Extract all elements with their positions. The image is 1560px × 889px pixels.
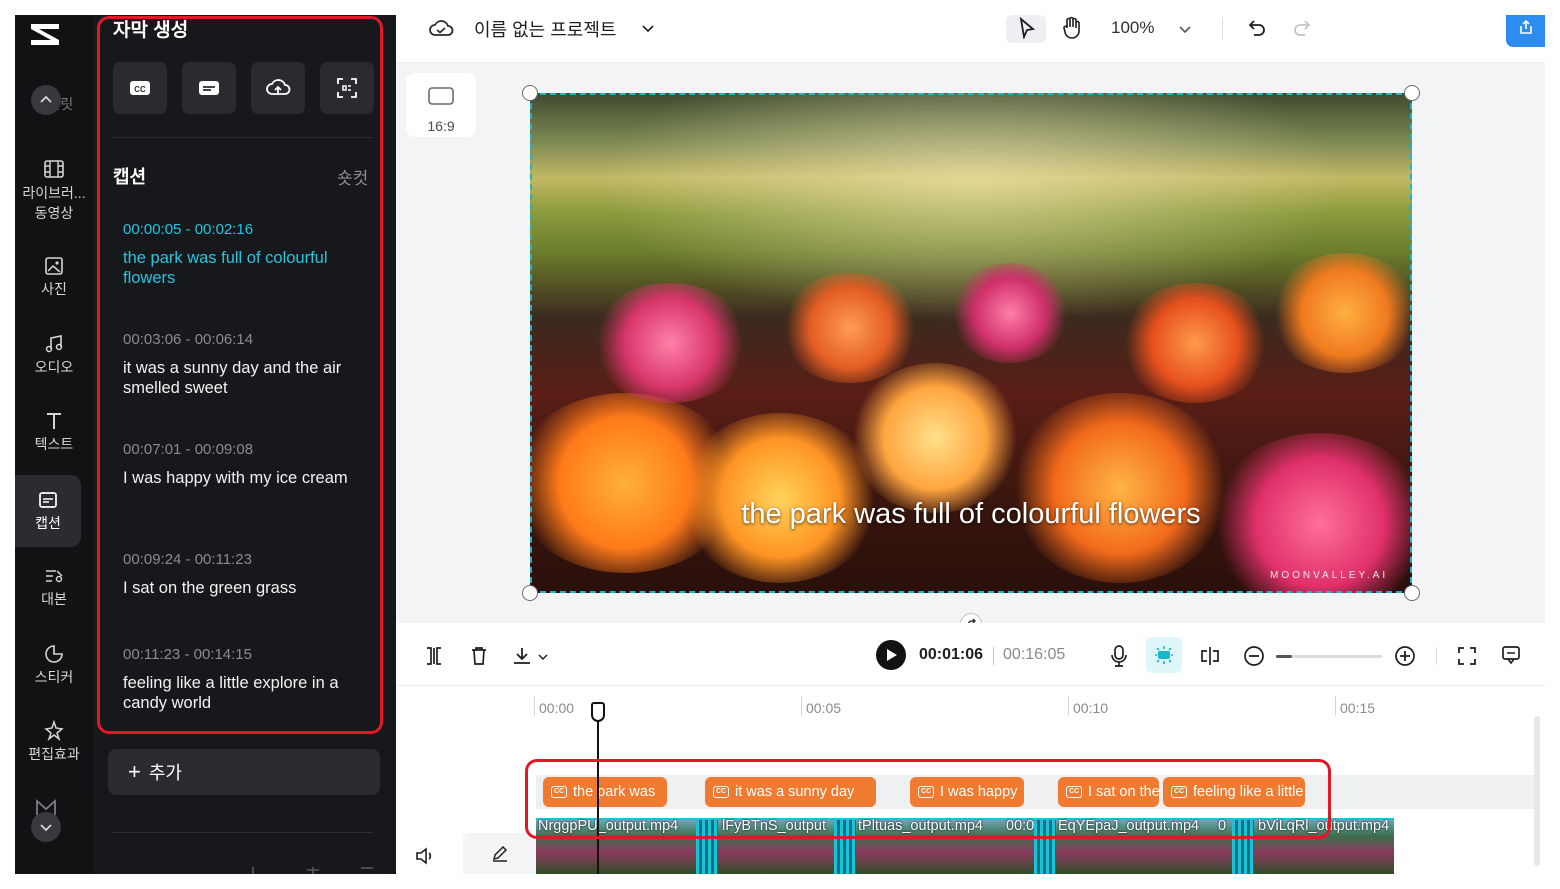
rail-item-label: 라이브러... 동영상	[22, 185, 86, 221]
rail-item-audio[interactable]: 오디오	[15, 333, 93, 376]
capcut-logo	[31, 24, 59, 45]
chevron-down-icon[interactable]	[537, 651, 549, 663]
resize-handle[interactable]	[1404, 85, 1420, 101]
rail-item-label: 사진	[41, 281, 67, 297]
tick-mark	[1068, 696, 1069, 716]
scroll-down-button[interactable]	[31, 812, 61, 842]
music-icon	[45, 335, 63, 353]
volume-icon[interactable]	[414, 846, 436, 866]
text-icon	[47, 413, 61, 429]
tick-label: 00:10	[1073, 700, 1109, 716]
top-bar: 이름 없는 프로젝트 100%	[396, 15, 1545, 63]
rail-item-effects[interactable]: 편집효과	[15, 720, 93, 763]
total-time: 00:16:05	[1003, 646, 1066, 663]
aspect-ratio-label: 16:9	[427, 118, 455, 134]
timeline-scrollbar[interactable]	[1534, 716, 1540, 866]
chevron-down-icon[interactable]	[641, 21, 655, 35]
image-icon	[45, 257, 63, 275]
track-header	[463, 833, 536, 874]
rail-item-script[interactable]: 대본	[15, 565, 93, 608]
trash-icon[interactable]	[469, 645, 489, 667]
toolbar-divider	[1222, 18, 1223, 40]
time-separator	[993, 647, 994, 665]
highlight-box-panel	[97, 16, 383, 734]
undo-icon[interactable]	[1246, 17, 1268, 39]
download-icon[interactable]	[511, 645, 533, 667]
resize-handle[interactable]	[522, 85, 538, 101]
tick-label: 00:15	[1340, 700, 1376, 716]
caption-icon	[39, 492, 57, 508]
rail-item-label: 오디오	[34, 359, 74, 375]
add-caption-button[interactable]: + 추가	[108, 749, 380, 795]
aspect-ratio-button[interactable]: 16:9	[406, 73, 476, 137]
play-button[interactable]	[876, 640, 906, 670]
zoom-level[interactable]: 100%	[1111, 18, 1154, 38]
tick-label: 00:05	[806, 700, 842, 716]
scroll-up-button[interactable]	[31, 85, 61, 115]
redo-icon[interactable]	[1291, 17, 1313, 39]
rail-item-sticker[interactable]: 스티커	[15, 643, 93, 686]
playhead-handle[interactable]	[591, 702, 605, 722]
editor-window: 템플릿 라이브러... 동영상 사진 오디오 텍스트 캡션 대본	[15, 15, 1545, 874]
tick-mark	[534, 696, 535, 716]
cursor-icon	[1019, 17, 1036, 39]
feedback-icon[interactable]	[1500, 644, 1522, 666]
edit-icon[interactable]	[490, 843, 510, 863]
rail-item-label: 캡션	[35, 515, 61, 531]
add-caption-label: 추가	[148, 763, 182, 783]
plus-icon: +	[128, 759, 141, 784]
resize-handle[interactable]	[1404, 585, 1420, 601]
split-icon[interactable]	[424, 645, 444, 667]
snap-split-icon[interactable]	[1199, 645, 1221, 667]
sticker-icon	[45, 645, 63, 663]
ratio-icon	[428, 87, 454, 105]
zoom-in-icon[interactable]	[1394, 645, 1416, 667]
caption-track-toggle[interactable]	[1146, 637, 1182, 673]
panel-divider	[112, 832, 373, 833]
select-tool-button[interactable]	[1006, 15, 1046, 43]
selection-box[interactable]	[530, 93, 1412, 593]
current-time: 00:01:06	[919, 646, 984, 663]
rail-item-text[interactable]: 텍스트	[15, 410, 93, 453]
left-nav-rail: 템플릿 라이브러... 동영상 사진 오디오 텍스트 캡션 대본	[15, 15, 93, 874]
highlight-box-captions	[525, 759, 1331, 839]
tick-label: 00:00	[539, 700, 575, 716]
timeline-toolbar: 00:01:06 00:16:05	[396, 623, 1545, 686]
rail-item-library[interactable]: 라이브러... 동영상	[15, 158, 93, 223]
rail-item-label: 대본	[41, 591, 67, 607]
microphone-icon[interactable]	[1108, 644, 1130, 668]
toolbar-divider	[1436, 647, 1437, 665]
fullscreen-icon[interactable]	[1456, 645, 1478, 667]
film-icon	[44, 160, 64, 178]
effects-icon	[44, 720, 64, 742]
rail-item-photo[interactable]: 사진	[15, 255, 93, 298]
cloud-sync-icon	[429, 20, 454, 36]
rail-item-label: 텍스트	[34, 436, 74, 452]
script-icon	[46, 570, 63, 583]
resize-handle[interactable]	[522, 585, 538, 601]
project-name[interactable]: 이름 없는 프로젝트	[474, 16, 616, 42]
auto-caption-icon	[1155, 646, 1173, 664]
play-icon	[887, 649, 897, 661]
rail-item-label: 편집효과	[28, 746, 80, 762]
rail-item-caption[interactable]: 캡션	[15, 489, 81, 532]
chevron-down-icon	[40, 824, 52, 832]
chevron-up-icon	[40, 95, 52, 103]
export-button[interactable]	[1506, 15, 1545, 47]
tick-mark	[801, 696, 802, 716]
tick-mark	[1335, 696, 1336, 716]
rail-item-label: 스티커	[34, 669, 74, 685]
share-icon	[1520, 19, 1532, 34]
panel-footer-icons	[252, 867, 373, 874]
chevron-down-icon[interactable]	[1178, 22, 1192, 36]
hand-icon[interactable]	[1061, 15, 1083, 41]
zoom-out-icon[interactable]	[1243, 645, 1265, 667]
zoom-slider-fill	[1276, 655, 1292, 658]
